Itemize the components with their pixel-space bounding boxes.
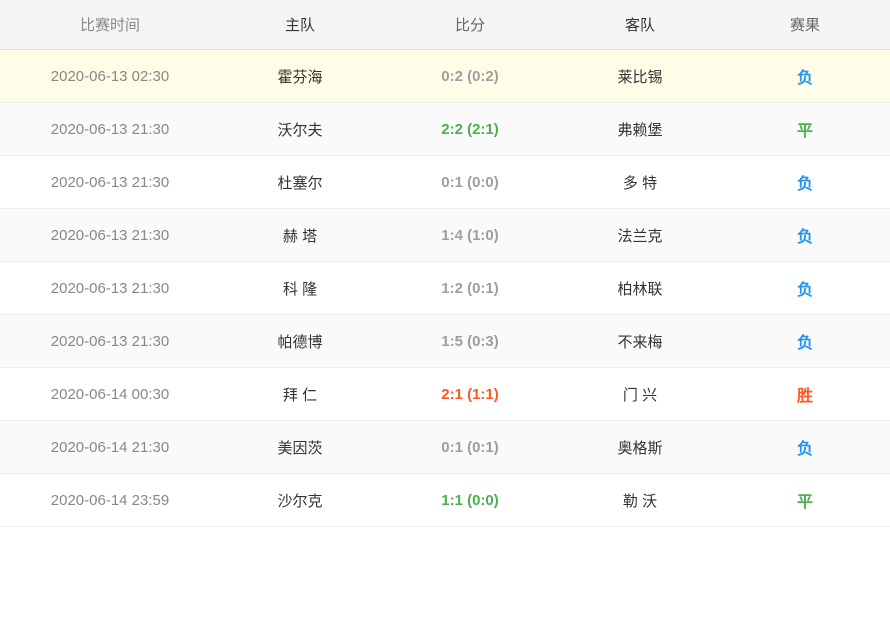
table-row: 2020-06-13 21:30杜塞尔0:1 (0:0)多 特负 xyxy=(0,156,890,209)
match-result: 负 xyxy=(720,209,890,262)
match-result: 胜 xyxy=(720,368,890,421)
match-score: 2:1 (1:1) xyxy=(380,368,560,421)
match-time: 2020-06-13 21:30 xyxy=(0,262,220,315)
match-score: 1:5 (0:3) xyxy=(380,315,560,368)
match-table: 比赛时间 主队 比分 客队 赛果 2020-06-13 02:30霍芬海0:2 … xyxy=(0,0,890,527)
match-score: 1:1 (0:0) xyxy=(380,474,560,527)
home-team: 霍芬海 xyxy=(220,50,380,103)
table-row: 2020-06-14 23:59沙尔克1:1 (0:0)勒 沃平 xyxy=(0,474,890,527)
away-team: 奥格斯 xyxy=(560,421,720,474)
match-result: 负 xyxy=(720,315,890,368)
match-time: 2020-06-14 21:30 xyxy=(0,421,220,474)
table-row: 2020-06-13 21:30帕德博1:5 (0:3)不来梅负 xyxy=(0,315,890,368)
match-score: 1:4 (1:0) xyxy=(380,209,560,262)
match-time: 2020-06-13 21:30 xyxy=(0,156,220,209)
home-team: 杜塞尔 xyxy=(220,156,380,209)
header-result: 赛果 xyxy=(720,0,890,50)
table-header-row: 比赛时间 主队 比分 客队 赛果 xyxy=(0,0,890,50)
header-away: 客队 xyxy=(560,0,720,50)
away-team: 弗赖堡 xyxy=(560,103,720,156)
match-time: 2020-06-13 02:30 xyxy=(0,50,220,103)
away-team: 莱比锡 xyxy=(560,50,720,103)
table-row: 2020-06-13 21:30沃尔夫2:2 (2:1)弗赖堡平 xyxy=(0,103,890,156)
header-time: 比赛时间 xyxy=(0,0,220,50)
match-time: 2020-06-14 00:30 xyxy=(0,368,220,421)
match-result: 平 xyxy=(720,103,890,156)
match-result: 负 xyxy=(720,50,890,103)
home-team: 美因茨 xyxy=(220,421,380,474)
away-team: 法兰克 xyxy=(560,209,720,262)
match-score: 2:2 (2:1) xyxy=(380,103,560,156)
away-team: 勒 沃 xyxy=(560,474,720,527)
table-row: 2020-06-13 02:30霍芬海0:2 (0:2)莱比锡负 xyxy=(0,50,890,103)
match-result: 负 xyxy=(720,156,890,209)
match-result: 负 xyxy=(720,262,890,315)
table-row: 2020-06-14 21:30美因茨0:1 (0:1)奥格斯负 xyxy=(0,421,890,474)
match-table-container: 比赛时间 主队 比分 客队 赛果 2020-06-13 02:30霍芬海0:2 … xyxy=(0,0,890,527)
home-team: 赫 塔 xyxy=(220,209,380,262)
table-row: 2020-06-13 21:30科 隆1:2 (0:1)柏林联负 xyxy=(0,262,890,315)
header-home: 主队 xyxy=(220,0,380,50)
match-result: 平 xyxy=(720,474,890,527)
match-time: 2020-06-14 23:59 xyxy=(0,474,220,527)
table-row: 2020-06-14 00:30拜 仁2:1 (1:1)门 兴胜 xyxy=(0,368,890,421)
match-time: 2020-06-13 21:30 xyxy=(0,315,220,368)
home-team: 沃尔夫 xyxy=(220,103,380,156)
match-time: 2020-06-13 21:30 xyxy=(0,209,220,262)
home-team: 沙尔克 xyxy=(220,474,380,527)
away-team: 门 兴 xyxy=(560,368,720,421)
match-score: 0:2 (0:2) xyxy=(380,50,560,103)
header-score: 比分 xyxy=(380,0,560,50)
match-time: 2020-06-13 21:30 xyxy=(0,103,220,156)
match-score: 0:1 (0:0) xyxy=(380,156,560,209)
home-team: 拜 仁 xyxy=(220,368,380,421)
home-team: 帕德博 xyxy=(220,315,380,368)
away-team: 多 特 xyxy=(560,156,720,209)
match-score: 1:2 (0:1) xyxy=(380,262,560,315)
table-row: 2020-06-13 21:30赫 塔1:4 (1:0)法兰克负 xyxy=(0,209,890,262)
away-team: 不来梅 xyxy=(560,315,720,368)
away-team: 柏林联 xyxy=(560,262,720,315)
home-team: 科 隆 xyxy=(220,262,380,315)
match-result: 负 xyxy=(720,421,890,474)
match-score: 0:1 (0:1) xyxy=(380,421,560,474)
